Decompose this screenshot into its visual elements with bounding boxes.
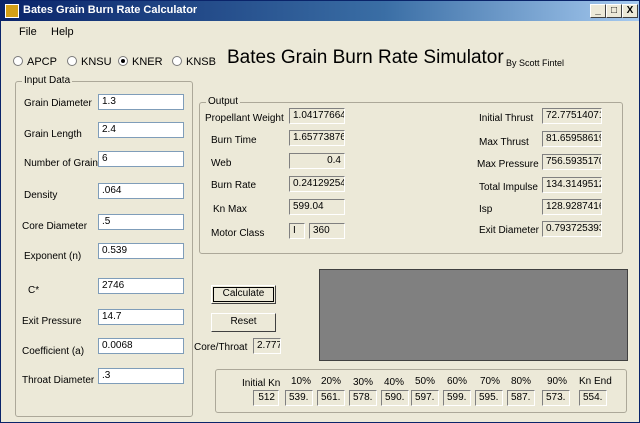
c-star-input[interactable]: 2746 (98, 278, 184, 294)
kn-header-initial: Initial Kn (242, 378, 281, 389)
kn-header-60: 60% (447, 376, 468, 387)
kn-value-40: 590. (381, 390, 409, 406)
kn-value-80: 587. (507, 390, 535, 406)
exit-diameter-label: Exit Diameter (479, 225, 540, 236)
max-pressure-label: Max Pressure (477, 159, 539, 170)
calculate-button[interactable]: Calculate (211, 285, 276, 304)
minimize-button[interactable]: _ (590, 4, 606, 18)
max-pressure-value: 756.5935170 (542, 154, 602, 170)
propellant-weight-label: Propellant Weight (205, 113, 284, 124)
grain-length-label: Grain Length (24, 129, 82, 140)
kn-value-initial: 512 (253, 390, 279, 406)
kn-value-50: 597. (411, 390, 439, 406)
grain-diameter-label: Grain Diameter (24, 98, 92, 109)
motor-class-letter: I (289, 223, 305, 239)
core-throat-value: 2.777 (253, 338, 281, 354)
kn-max-value: 599.04 (289, 199, 345, 215)
throat-diameter-input[interactable]: .3 (98, 368, 184, 384)
max-thrust-value: 81.65958619 (542, 131, 602, 147)
app-icon (5, 4, 19, 18)
kn-header-90: 90% (547, 376, 568, 387)
isp-value: 128.9287416 (542, 199, 602, 215)
number-of-grains-label: Number of Grains (24, 158, 103, 169)
menu-bar: File Help (1, 21, 639, 41)
propellant-weight-value: 1.04177664 (289, 108, 345, 124)
kn-value-60: 599. (443, 390, 471, 406)
burn-time-label: Burn Time (211, 135, 257, 146)
total-impulse-label: Total Impulse (479, 182, 538, 193)
coefficient-label: Coefficient (a) (22, 346, 85, 357)
radio-circle (172, 56, 182, 66)
c-star-label: C* (28, 285, 40, 296)
radio-circle (13, 56, 23, 66)
burn-time-value: 1.65773876 (289, 130, 345, 146)
radio-kner[interactable]: KNER (118, 56, 163, 68)
burn-rate-value: 0.24129254 (289, 176, 345, 192)
output-legend: Output (206, 96, 241, 107)
kn-value-90: 573. (542, 390, 570, 406)
title-bar[interactable]: Bates Grain Burn Rate Calculator _ □ X (1, 1, 639, 21)
kn-value-10: 539. (285, 390, 313, 406)
kn-value-20: 561. (317, 390, 345, 406)
number-of-grains-input[interactable]: 6 (98, 151, 184, 167)
kn-max-label: Kn Max (213, 204, 247, 215)
kn-value-30: 578. (349, 390, 377, 406)
kn-header-30: 30% (353, 377, 374, 388)
initial-thrust-label: Initial Thrust (479, 113, 534, 124)
menu-file[interactable]: File (19, 26, 37, 38)
web-value: 0.4 (289, 153, 345, 169)
kn-header-10: 10% (291, 376, 312, 387)
exit-pressure-label: Exit Pressure (22, 316, 82, 327)
density-input[interactable]: .064 (98, 183, 184, 199)
isp-label: Isp (479, 204, 493, 215)
throat-diameter-label: Throat Diameter (22, 375, 95, 386)
motor-class-label: Motor Class (211, 228, 265, 239)
grain-length-input[interactable]: 2.4 (98, 122, 184, 138)
window-title: Bates Grain Burn Rate Calculator (23, 4, 198, 16)
web-label: Web (211, 158, 232, 169)
exponent-label: Exponent (n) (24, 251, 82, 262)
initial-thrust-value: 72.77514071 (542, 108, 602, 124)
kn-value-70: 595. (475, 390, 503, 406)
radio-knsb[interactable]: KNSB (172, 56, 216, 68)
radio-circle (67, 56, 77, 66)
density-label: Density (24, 190, 58, 201)
grain-diameter-input[interactable]: 1.3 (98, 94, 184, 110)
kn-header-50: 50% (415, 376, 436, 387)
kn-header-end: Kn End (579, 376, 612, 387)
total-impulse-value: 134.3149512 (542, 177, 602, 193)
input-data-legend: Input Data (22, 75, 73, 86)
burn-rate-label: Burn Rate (211, 180, 257, 191)
reset-button[interactable]: Reset (211, 313, 276, 332)
max-thrust-label: Max Thrust (479, 137, 529, 148)
exit-diameter-value: 0.793725393 (542, 221, 602, 237)
radio-knsu[interactable]: KNSU (67, 56, 112, 68)
close-button[interactable]: X (622, 4, 638, 18)
exponent-input[interactable]: 0.539 (98, 243, 184, 259)
menu-help[interactable]: Help (51, 26, 74, 38)
exit-pressure-input[interactable]: 14.7 (98, 309, 184, 325)
kn-value-end: 554. (579, 390, 607, 406)
kn-header-20: 20% (321, 376, 342, 387)
author-label: By Scott Fintel (506, 58, 565, 68)
page-title: Bates Grain Burn Rate Simulator (227, 47, 504, 68)
core-diameter-input[interactable]: .5 (98, 214, 184, 230)
motor-class-number: 360 (309, 223, 345, 239)
radio-circle-selected (118, 56, 128, 66)
coefficient-input[interactable]: 0.0068 (98, 338, 184, 354)
radio-apcp[interactable]: APCP (13, 56, 57, 68)
maximize-button[interactable]: □ (606, 4, 622, 18)
core-diameter-label: Core Diameter (22, 221, 88, 232)
app-window: Bates Grain Burn Rate Calculator _ □ X F… (0, 0, 640, 423)
kn-header-80: 80% (511, 376, 532, 387)
core-throat-label: Core/Throat (194, 342, 248, 353)
kn-header-40: 40% (384, 377, 405, 388)
kn-header-70: 70% (480, 376, 501, 387)
thrust-curve-canvas (319, 269, 628, 361)
